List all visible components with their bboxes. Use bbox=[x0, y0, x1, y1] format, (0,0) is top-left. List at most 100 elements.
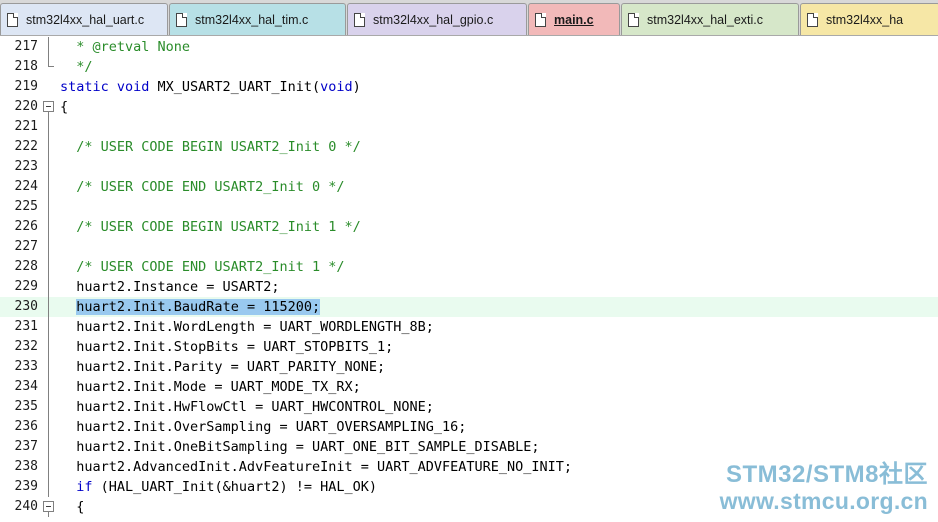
code-token: huart2.Init.OverSampling = UART_OVERSAMP… bbox=[60, 419, 467, 435]
code-line[interactable]: 232 huart2.Init.StopBits = UART_STOPBITS… bbox=[0, 337, 938, 357]
line-number: 239 bbox=[14, 479, 38, 494]
fold-guide bbox=[43, 377, 55, 397]
code-line[interactable]: 227 bbox=[0, 237, 938, 257]
fold-toggle-icon[interactable] bbox=[43, 97, 55, 117]
tab-stm32l4xx-hal-exti-c[interactable]: stm32l4xx_hal_exti.c bbox=[621, 3, 799, 35]
code-line[interactable]: 228 /* USER CODE END USART2_Init 1 */ bbox=[0, 257, 938, 277]
code-text[interactable]: huart2.Init.StopBits = UART_STOPBITS_1; bbox=[60, 337, 938, 357]
fold-guide bbox=[43, 397, 55, 417]
keyword-token: static void bbox=[60, 79, 150, 95]
comment-token: /* USER CODE BEGIN USART2_Init 0 */ bbox=[60, 139, 361, 155]
code-line[interactable]: 237 huart2.Init.OneBitSampling = UART_ON… bbox=[0, 437, 938, 457]
code-text[interactable]: /* USER CODE BEGIN USART2_Init 1 */ bbox=[60, 217, 938, 237]
code-text[interactable]: /* USER CODE END USART2_Init 1 */ bbox=[60, 257, 938, 277]
code-token: huart2.Instance = USART2; bbox=[60, 279, 280, 295]
code-token: ) bbox=[352, 79, 361, 95]
code-token: { bbox=[60, 499, 85, 515]
code-editor[interactable]: 217 * @retval None 218 */219 static void M… bbox=[0, 37, 938, 522]
tab-stm32l4xx-hal-gpio-c[interactable]: stm32l4xx_hal_gpio.c bbox=[347, 3, 527, 35]
code-text[interactable]: huart2.Init.BaudRate = 115200; bbox=[60, 297, 938, 317]
tab-stm32l4xx-hal-uart-c[interactable]: stm32l4xx_hal_uart.c bbox=[0, 3, 168, 35]
fold-guide bbox=[43, 217, 55, 237]
code-line[interactable]: 236 huart2.Init.OverSampling = UART_OVER… bbox=[0, 417, 938, 437]
code-text[interactable]: { bbox=[60, 97, 938, 117]
code-text[interactable]: huart2.Init.Mode = UART_MODE_TX_RX; bbox=[60, 377, 938, 397]
fold-guide bbox=[43, 257, 55, 277]
code-text[interactable]: huart2.Init.OverSampling = UART_OVERSAMP… bbox=[60, 417, 938, 437]
tab-label: stm32l4xx_hal_uart.c bbox=[26, 12, 145, 27]
fold-guide bbox=[43, 277, 55, 297]
code-token: huart2.Init.Mode = UART_MODE_TX_RX; bbox=[60, 379, 361, 395]
code-token: huart2.Init.WordLength = UART_WORDLENGTH… bbox=[60, 319, 434, 335]
file-icon bbox=[807, 12, 818, 27]
tab-label: stm32l4xx_hal_tim.c bbox=[195, 12, 309, 27]
tab-label: stm32l4xx_hal_exti.c bbox=[647, 12, 764, 27]
selected-text: huart2.Init.BaudRate = 115200; bbox=[76, 299, 321, 315]
tab-label: stm32l4xx_ha bbox=[826, 12, 904, 27]
file-icon bbox=[176, 12, 187, 27]
line-number: 228 bbox=[14, 259, 38, 274]
line-number: 227 bbox=[14, 239, 38, 254]
code-line[interactable]: 233 huart2.Init.Parity = UART_PARITY_NON… bbox=[0, 357, 938, 377]
fold-guide bbox=[43, 477, 55, 497]
line-number: 223 bbox=[14, 159, 38, 174]
fold-guide bbox=[43, 197, 55, 217]
comment-token: /* USER CODE END USART2_Init 1 */ bbox=[60, 259, 345, 275]
code-line[interactable]: 218 */ bbox=[0, 57, 938, 77]
comment-token: */ bbox=[60, 59, 93, 75]
watermark-url: www.stmcu.org.cn bbox=[719, 488, 928, 514]
fold-guide bbox=[43, 457, 55, 477]
code-line[interactable]: 226 /* USER CODE BEGIN USART2_Init 1 */ bbox=[0, 217, 938, 237]
code-text[interactable]: /* USER CODE BEGIN USART2_Init 0 */ bbox=[60, 137, 938, 157]
fold-end-guide bbox=[43, 57, 55, 77]
code-text[interactable]: huart2.Init.WordLength = UART_WORDLENGTH… bbox=[60, 317, 938, 337]
code-line[interactable]: 217 * @retval None bbox=[0, 37, 938, 57]
code-text[interactable]: */ bbox=[60, 57, 938, 77]
file-icon bbox=[354, 12, 365, 27]
line-number: 220 bbox=[14, 99, 38, 114]
fold-guide bbox=[43, 317, 55, 337]
line-number: 221 bbox=[14, 119, 38, 134]
fold-guide bbox=[43, 237, 55, 257]
code-text[interactable]: * @retval None bbox=[60, 37, 938, 57]
comment-token: /* USER CODE BEGIN USART2_Init 1 */ bbox=[60, 219, 361, 235]
code-line[interactable]: 229 huart2.Instance = USART2; bbox=[0, 277, 938, 297]
tab-stm32l4xx-ha[interactable]: stm32l4xx_ha bbox=[800, 3, 938, 35]
code-line[interactable]: 231 huart2.Init.WordLength = UART_WORDLE… bbox=[0, 317, 938, 337]
code-token: (HAL_UART_Init(&huart2) != HAL_OK) bbox=[92, 479, 378, 495]
editor-tab-bar: stm32l4xx_hal_uart.c stm32l4xx_hal_tim.c s… bbox=[0, 0, 938, 36]
code-line[interactable]: 235 huart2.Init.HwFlowCtl = UART_HWCONTR… bbox=[0, 397, 938, 417]
code-text[interactable]: huart2.Init.OneBitSampling = UART_ONE_BI… bbox=[60, 437, 938, 457]
code-line[interactable]: 222 /* USER CODE BEGIN USART2_Init 0 */ bbox=[0, 137, 938, 157]
code-line[interactable]: 234 huart2.Init.Mode = UART_MODE_TX_RX; bbox=[0, 377, 938, 397]
code-text[interactable]: huart2.Instance = USART2; bbox=[60, 277, 938, 297]
line-number: 222 bbox=[14, 139, 38, 154]
code-line[interactable]: 219 static void MX_USART2_UART_Init(void) bbox=[0, 77, 938, 97]
keyword-token: void bbox=[320, 79, 353, 95]
tab-main-c[interactable]: main.c bbox=[528, 3, 620, 35]
fold-guide bbox=[43, 137, 55, 157]
code-line[interactable]: 225 bbox=[0, 197, 938, 217]
code-token: huart2.Init.StopBits = UART_STOPBITS_1; bbox=[60, 339, 394, 355]
code-text[interactable]: huart2.Init.Parity = UART_PARITY_NONE; bbox=[60, 357, 938, 377]
code-token: huart2.Init.Parity = UART_PARITY_NONE; bbox=[60, 359, 386, 375]
watermark-title: STM32/STM8社区 bbox=[725, 461, 928, 488]
code-line[interactable]: 221 bbox=[0, 117, 938, 137]
code-token: MX_USART2_UART_Init( bbox=[149, 79, 321, 95]
code-text[interactable]: static void MX_USART2_UART_Init(void) bbox=[60, 77, 938, 97]
tab-stm32l4xx-hal-tim-c[interactable]: stm32l4xx_hal_tim.c bbox=[169, 3, 346, 35]
code-token: huart2.Init.HwFlowCtl = UART_HWCONTROL_N… bbox=[60, 399, 434, 415]
code-text[interactable]: huart2.Init.HwFlowCtl = UART_HWCONTROL_N… bbox=[60, 397, 938, 417]
code-line[interactable]: 230 huart2.Init.BaudRate = 115200; bbox=[0, 297, 938, 317]
fold-guide bbox=[43, 37, 55, 57]
line-number: 238 bbox=[14, 459, 38, 474]
code-line[interactable]: 223 bbox=[0, 157, 938, 177]
fold-guide bbox=[43, 177, 55, 197]
code-text[interactable]: /* USER CODE END USART2_Init 0 */ bbox=[60, 177, 938, 197]
code-line[interactable]: 220 { bbox=[0, 97, 938, 117]
fold-toggle-icon[interactable] bbox=[43, 497, 55, 517]
code-line[interactable]: 224 /* USER CODE END USART2_Init 0 */ bbox=[0, 177, 938, 197]
fold-guide bbox=[43, 357, 55, 377]
